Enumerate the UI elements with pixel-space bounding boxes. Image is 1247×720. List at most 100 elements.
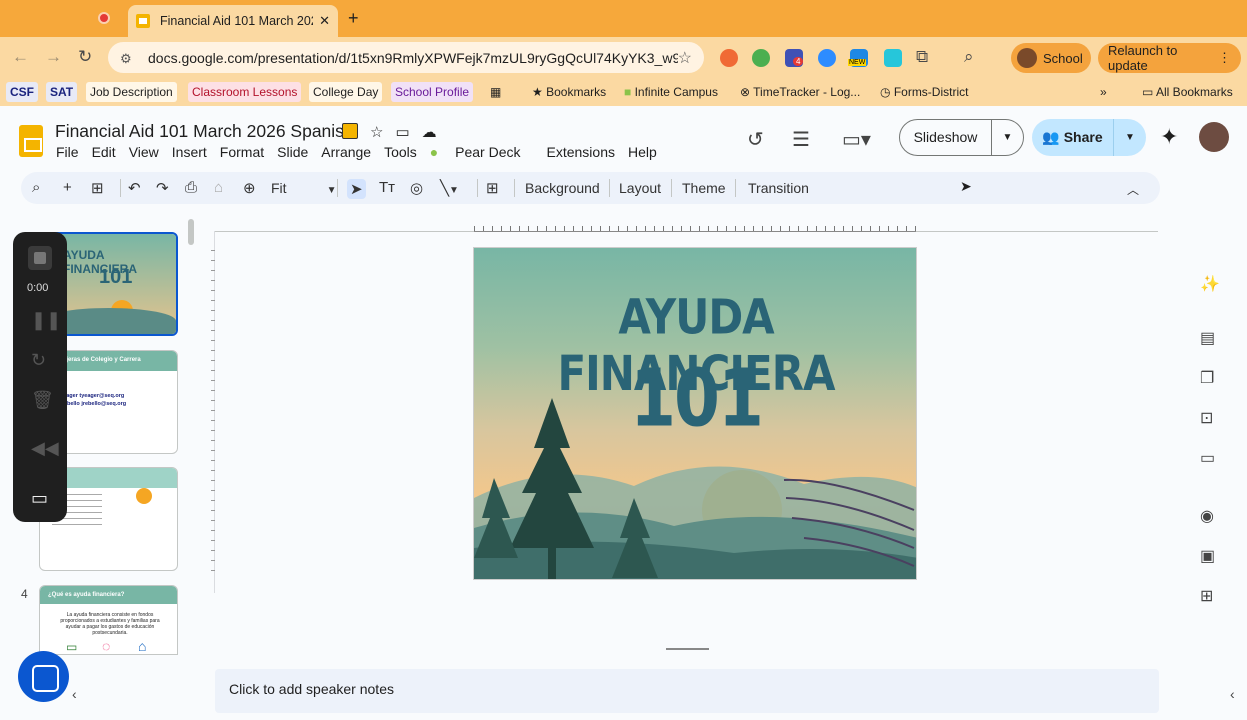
menu-arrange[interactable]: Arrange (321, 144, 371, 160)
bookmark-bookmarks[interactable]: ★ Bookmarks (528, 82, 610, 102)
bookmark-timetracker[interactable]: ⊗ TimeTracker - Log... (736, 82, 864, 102)
slide-subtitle[interactable]: 101 (474, 352, 916, 444)
filmstrip-scrollbar[interactable] (188, 219, 194, 245)
slideshow-dropdown-icon[interactable]: ▼ (992, 132, 1023, 143)
slideshow-label[interactable]: Slideshow (900, 120, 992, 155)
collapse-toolbar-icon[interactable]: ︿ (1127, 181, 1139, 198)
add-comment-icon[interactable]: ⊞ (486, 179, 499, 197)
select-tool-icon[interactable]: ➤ (347, 179, 366, 199)
meet-camera-icon[interactable]: ▭▾ (842, 127, 871, 152)
share-button[interactable]: 👥 Share ▼ (1032, 119, 1146, 156)
bookmarks-overflow-icon[interactable]: » (1096, 82, 1111, 102)
bookmark-star-icon[interactable]: ☆ (678, 48, 692, 68)
video-icon[interactable]: ▣ (1200, 546, 1215, 566)
slide-thumbnail-4[interactable]: ¿Qué es ayuda financiera? La ayuda finan… (39, 585, 178, 655)
expand-side-panel-icon[interactable]: ‹ (1230, 686, 1235, 702)
bookmark-school-profile[interactable]: School Profile (391, 82, 474, 102)
current-slide[interactable]: AYUDA FINANCIERA 101 (473, 247, 917, 580)
camera-toggle-icon[interactable]: ▭ (31, 488, 48, 509)
slides-logo-icon[interactable] (19, 125, 43, 157)
transition-button[interactable]: Transition (748, 180, 809, 196)
menu-slide[interactable]: Slide (277, 144, 308, 160)
background-button[interactable]: Background (525, 180, 600, 196)
bookmark-college-day[interactable]: College Day (309, 82, 383, 102)
folder-icon[interactable]: ▭ (1200, 448, 1215, 468)
paint-format-icon[interactable]: ⌂ (214, 179, 223, 196)
new-slide-icon[interactable]: + (63, 179, 72, 196)
new-tab-button[interactable]: + (348, 8, 359, 29)
record-icon[interactable]: ◉ (1200, 506, 1214, 526)
user-avatar[interactable] (1199, 122, 1229, 152)
tasks-icon[interactable]: ❐ (1200, 368, 1214, 388)
menu-extensions[interactable]: Extensions (547, 144, 615, 160)
tab-close-icon[interactable]: ✕ (319, 13, 330, 29)
tab-search-icon[interactable]: ⌕ (964, 47, 974, 67)
move-folder-icon[interactable]: ▭ (395, 123, 409, 141)
site-settings-icon[interactable]: ⚙ (120, 51, 134, 66)
menu-file[interactable]: File (56, 144, 79, 160)
slideshow-button[interactable]: Slideshow ▼ (899, 119, 1024, 156)
pear-deck-badge-icon[interactable] (342, 123, 358, 139)
restart-icon[interactable]: ↻ (31, 350, 46, 371)
menu-insert[interactable]: Insert (172, 144, 207, 160)
theme-button[interactable]: Theme (682, 180, 726, 196)
zoom-select[interactable]: Fit ▼ (271, 180, 336, 196)
extension-icon-new[interactable]: NEW (848, 49, 868, 67)
menu-format[interactable]: Format (220, 144, 264, 160)
line-tool-icon[interactable]: ╲▼ (440, 179, 459, 197)
add-to-slides-icon[interactable]: ⊞ (1200, 586, 1213, 606)
delete-icon[interactable]: 🗑 (31, 390, 54, 411)
apps-grid-icon[interactable]: ▦ (486, 82, 505, 102)
profile-button[interactable]: School (1011, 43, 1091, 73)
menu-tools[interactable]: Tools (384, 144, 417, 160)
star-icon[interactable]: ☆ (370, 123, 383, 141)
bookmark-job-description[interactable]: Job Description (86, 82, 177, 102)
menu-help[interactable]: Help (628, 144, 657, 160)
collapse-filmstrip-icon[interactable]: ‹ (72, 686, 77, 702)
cloud-saved-icon[interactable]: ☁ (422, 123, 437, 141)
extension-icon-2[interactable] (752, 49, 770, 67)
reload-icon[interactable]: ↻ (78, 47, 92, 67)
menu-pear-deck[interactable]: ● Pear Deck (430, 144, 534, 160)
recorder-launch-button[interactable] (18, 651, 69, 702)
share-dropdown-icon[interactable]: ▼ (1114, 132, 1146, 143)
stop-recording-button[interactable] (28, 246, 52, 270)
menu-view[interactable]: View (129, 144, 159, 160)
comments-icon[interactable]: ☰ (792, 127, 810, 152)
extension-icon-3[interactable]: 4 (785, 49, 804, 67)
extension-icon-5[interactable] (884, 49, 902, 67)
bookmark-infinite-campus[interactable]: ■ Infinite Campus (620, 82, 722, 102)
layout-button[interactable]: Layout (619, 180, 661, 196)
extension-icon-1[interactable] (720, 49, 738, 67)
menu-edit[interactable]: Edit (92, 144, 116, 160)
print-icon[interactable]: ⎙ (185, 179, 197, 196)
bookmark-all-bookmarks[interactable]: ▭ All Bookmarks (1138, 82, 1237, 102)
url-omnibox[interactable]: ⚙ docs.google.com/presentation/d/1t5xn9R… (108, 42, 704, 73)
zoom-icon[interactable]: ⊕ (243, 179, 256, 197)
keep-notes-icon[interactable]: ▤ (1200, 328, 1215, 348)
bookmark-classroom-lessons[interactable]: Classroom Lessons (188, 82, 302, 102)
contacts-icon[interactable]: ⊡ (1200, 408, 1213, 428)
gemini-sparkle-icon[interactable]: ✦ (1160, 124, 1178, 150)
notes-resize-handle[interactable] (666, 648, 709, 650)
magic-sparkle-icon[interactable]: ✨ (1200, 274, 1220, 294)
new-slide-layout-icon[interactable]: ⊞ (91, 179, 104, 197)
forward-arrow-icon[interactable]: → (45, 47, 62, 67)
rewind-icon[interactable]: ◀◀ (31, 438, 59, 459)
speaker-notes[interactable]: Click to add speaker notes (215, 669, 1159, 713)
undo-icon[interactable]: ↶ (128, 179, 141, 197)
zoom-extension-icon[interactable] (818, 49, 836, 67)
extensions-puzzle-icon[interactable]: ⧉ (916, 47, 928, 67)
share-label[interactable]: 👥 Share (1032, 119, 1114, 156)
bookmark-sat[interactable]: SAT (46, 82, 78, 102)
document-title[interactable]: Financial Aid 101 March 2026 Spanish (55, 121, 354, 142)
bookmark-forms-district[interactable]: ◷ Forms-District (876, 82, 972, 102)
pause-icon[interactable]: ❚❚ (31, 310, 61, 331)
relaunch-button[interactable]: Relaunch to update ⋮ (1098, 43, 1241, 73)
search-menus-icon[interactable]: ⌕ (32, 179, 40, 196)
back-arrow-icon[interactable]: ← (12, 47, 29, 67)
version-history-icon[interactable]: ↺ (747, 127, 764, 152)
insert-image-shape-icon[interactable]: ◎ (410, 179, 423, 197)
bookmark-csf[interactable]: CSF (6, 82, 38, 102)
browser-tab-active[interactable]: Financial Aid 101 March 2026 Spanish ✕ (128, 5, 338, 37)
